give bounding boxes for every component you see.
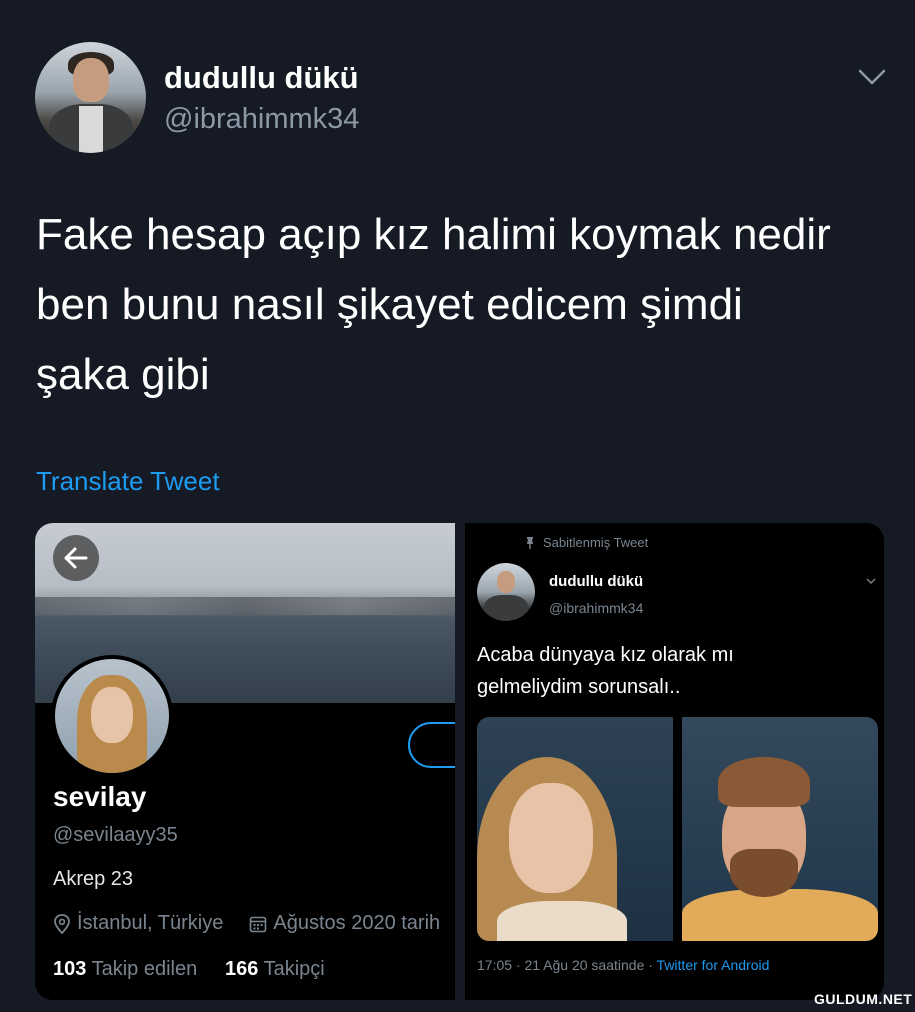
avatar-figure-head [73,58,109,102]
followers-count: 166 [225,958,259,980]
pinned-author-avatar [477,563,535,621]
arrow-left-icon [64,547,88,569]
pinned-label: Sabitlenmiş Tweet [525,535,648,550]
author-avatar[interactable] [35,42,146,153]
pinned-tweet-line: Acaba dünyaya kız olarak mı [477,644,734,666]
profile-name: sevilay [53,781,147,812]
profile-meta: İstanbul, Türkiye Ağustos 2020 tarih [53,912,440,935]
avatar-figure-head [497,571,515,593]
calendar-icon [250,916,267,932]
banner-skyline [35,597,455,615]
profile-bio: Akrep 23 [53,868,134,890]
profile-avatar[interactable] [51,655,173,777]
photo-shirt [497,901,627,941]
pinned-tweet-timestamp: 17:05 · 21 Ağu 20 saatinde · [477,957,657,973]
chevron-down-icon [866,578,876,584]
pinned-photo-man [682,717,878,941]
translate-tweet-link[interactable]: Translate Tweet [36,466,220,497]
watermark: GULDUM.NET [814,991,913,1007]
photo-hair [718,757,810,807]
avatar-figure-shirt [79,106,103,153]
following-count: 103 [53,958,87,980]
pinned-tweet-text: Acaba dünyaya kız olarak mı gelmeliydim … [477,639,877,703]
tweet-text: Fake hesap açıp kız halimi koymak nedir … [36,200,886,410]
pinned-author-name: dudullu dükü [549,573,644,590]
photo-beard [730,849,798,897]
author-display-name[interactable]: dudullu dükü [164,60,359,96]
back-button[interactable] [53,535,99,581]
follow-button[interactable] [408,722,455,768]
location-pin-icon [54,913,70,934]
tweet-text-line: Fake hesap açıp kız halimi koymak nedir [36,210,831,259]
pinned-label-text: Sabitlenmiş Tweet [543,535,649,550]
chevron-down-icon[interactable] [856,62,888,94]
profile-location: İstanbul, Türkiye [77,912,224,934]
pin-icon [527,536,533,549]
pinned-tweet-footer: 17:05 · 21 Ağu 20 saatinde · Twitter for… [477,957,769,973]
media-divider [455,523,465,1000]
profile-screenshot: sevilay @sevilaayy35 Akrep 23 İstanbul, … [35,523,455,1000]
pinned-tweet-source: Twitter for Android [656,957,770,973]
profile-avatar-face [91,687,133,743]
pinned-photo-woman [477,717,673,941]
following-label: Takip edilen [91,958,198,980]
pinned-tweet-screenshot: Sabitlenmiş Tweet dudullu dükü @ibrahimm… [465,523,884,1000]
avatar-figure-body [484,595,528,621]
tweet-text-line: şaka gibi [36,350,210,399]
author-handle[interactable]: @ibrahimmk34 [164,103,359,136]
profile-joined: Ağustos 2020 tarih [273,912,441,934]
pinned-author-handle: @ibrahimmk34 [549,600,644,616]
pinned-tweet-line: gelmeliydim sorunsalı.. [477,676,681,698]
tweet-media[interactable]: sevilay @sevilaayy35 Akrep 23 İstanbul, … [35,523,884,1000]
tweet-text-line: ben bunu nasıl şikayet edicem şimdi [36,280,743,329]
photo-shirt [682,889,878,941]
profile-stats: 103 Takip edilen 166 Takipçi [53,958,325,981]
profile-handle: @sevilaayy35 [53,824,178,846]
followers-label: Takipçi [263,958,325,980]
photo-face [509,783,593,893]
